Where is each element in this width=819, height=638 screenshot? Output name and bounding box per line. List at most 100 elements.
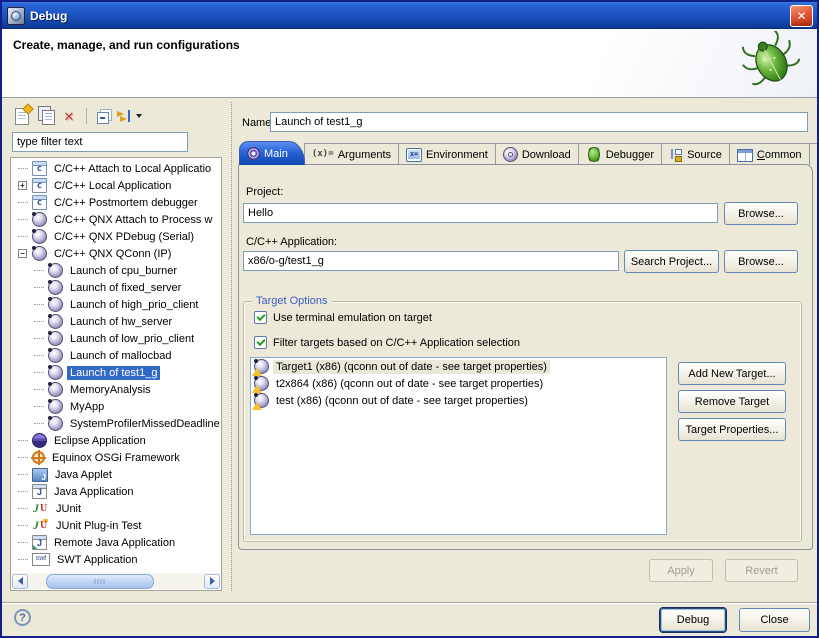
filter-input[interactable] xyxy=(12,132,188,152)
tab-source[interactable]: Source xyxy=(661,143,730,165)
target-row[interactable]: t2x864 (x86) (qconn out of date - see ta… xyxy=(251,375,666,392)
tree-item-label: Remote Java Application xyxy=(51,536,178,550)
new-config-icon xyxy=(15,108,29,125)
search-project-button[interactable]: Search Project... xyxy=(624,250,719,273)
target-row[interactable]: test (x86) (qconn out of date - see targ… xyxy=(251,392,666,409)
tree-connector xyxy=(32,321,45,322)
tree-item[interactable]: Launch of high_prio_client xyxy=(12,296,220,313)
scroll-right-button[interactable] xyxy=(204,574,220,589)
application-input[interactable] xyxy=(243,251,619,271)
tree-item[interactable]: Launch of low_prio_client xyxy=(12,330,220,347)
tree-item[interactable]: MyApp xyxy=(12,398,220,415)
collapse-all-button[interactable] xyxy=(92,105,114,127)
tree-item[interactable]: Java Applet xyxy=(12,466,220,483)
c-application-icon xyxy=(32,195,47,210)
filter-targets-checkbox-row[interactable]: Filter targets based on C/C++ Applicatio… xyxy=(254,336,520,349)
tree-expander[interactable]: − xyxy=(16,249,29,258)
tree-item-label: Launch of high_prio_client xyxy=(67,298,201,312)
close-dialog-button[interactable]: Close xyxy=(739,608,810,632)
tab-label: Source xyxy=(687,149,722,161)
project-browse-button[interactable]: Browse... xyxy=(724,202,798,225)
scrollbar-track[interactable] xyxy=(29,574,203,589)
tree-item[interactable]: Remote Java Application xyxy=(12,534,220,551)
tab-download[interactable]: Download xyxy=(495,143,579,165)
delete-configuration-button[interactable] xyxy=(59,105,81,127)
duplicate-configuration-button[interactable] xyxy=(35,105,57,127)
tree-item-label: Launch of low_prio_client xyxy=(67,332,197,346)
tree-item[interactable]: Launch of fixed_server xyxy=(12,279,220,296)
help-button[interactable]: ? xyxy=(14,609,31,626)
title-bar: Debug ✕ xyxy=(2,2,817,29)
debug-button[interactable]: Debug xyxy=(660,608,726,632)
debug-bug-image xyxy=(739,31,803,96)
revert-button[interactable]: Revert xyxy=(725,559,798,582)
scrollbar-thumb[interactable] xyxy=(46,574,154,589)
eclipse-icon xyxy=(32,433,47,448)
add-new-target-button[interactable]: Add New Target... xyxy=(678,362,786,385)
target-row[interactable]: Target1 (x86) (qconn out of date - see t… xyxy=(251,358,666,375)
terminal-emulation-checkbox-row[interactable]: Use terminal emulation on target xyxy=(254,311,432,324)
tree-item[interactable]: Launch of cpu_burner xyxy=(12,262,220,279)
collapse-icon[interactable]: − xyxy=(18,249,27,258)
tree-connector xyxy=(16,202,29,203)
tree-item-label: Launch of cpu_burner xyxy=(67,264,180,278)
tree-item[interactable]: JUnit Plug-in Test xyxy=(12,517,220,534)
tree-item-label: C/C++ QNX PDebug (Serial) xyxy=(51,230,197,244)
tree-item[interactable]: SWT Application xyxy=(12,551,220,568)
project-input[interactable] xyxy=(243,203,718,223)
filter-targets-checkbox[interactable] xyxy=(254,336,267,349)
dropdown-chevron-icon[interactable] xyxy=(136,114,142,118)
tree-item-label: Java Applet xyxy=(52,468,115,482)
name-input[interactable] xyxy=(270,112,808,132)
tab-debugger[interactable]: Debugger xyxy=(578,143,662,165)
new-configuration-button[interactable] xyxy=(11,105,33,127)
qnx-warning-icon xyxy=(254,359,269,374)
expand-icon[interactable]: + xyxy=(18,181,27,190)
tree-item[interactable]: Launch of test1_g xyxy=(12,364,220,381)
tree-item[interactable]: C/C++ Postmortem debugger xyxy=(12,194,220,211)
tree-item[interactable]: C/C++ Attach to Local Applicatio xyxy=(12,160,220,177)
horizontal-scrollbar[interactable] xyxy=(12,573,220,589)
tree-item[interactable]: Launch of mallocbad xyxy=(12,347,220,364)
configurations-tree-panel: C/C++ Attach to Local Applicatio+C/C++ L… xyxy=(10,157,222,591)
bottom-separator xyxy=(2,602,817,604)
tab-common[interactable]: Common xyxy=(729,143,810,165)
tree-item[interactable]: Launch of hw_server xyxy=(12,313,220,330)
tab-main[interactable]: Main xyxy=(239,141,305,165)
scroll-left-arrow-icon xyxy=(18,577,23,585)
terminal-emulation-checkbox[interactable] xyxy=(254,311,267,324)
target-properties-button[interactable]: Target Properties... xyxy=(678,418,786,441)
tree-item[interactable]: Equinox OSGi Framework xyxy=(12,449,220,466)
java-applet-icon xyxy=(32,468,48,482)
junit-icon xyxy=(32,502,49,515)
tree-item[interactable]: −C/C++ QNX QConn (IP) xyxy=(12,245,220,262)
collapse-all-icon xyxy=(97,112,109,124)
help-icon: ? xyxy=(19,612,26,624)
filter-button[interactable] xyxy=(116,105,142,127)
tree-item[interactable]: C/C++ QNX Attach to Process w xyxy=(12,211,220,228)
tree-item[interactable]: MemoryAnalysis xyxy=(12,381,220,398)
tree-expander[interactable]: + xyxy=(16,181,29,190)
tree-item[interactable]: C/C++ QNX PDebug (Serial) xyxy=(12,228,220,245)
qnx-icon xyxy=(48,297,63,312)
tree-item[interactable]: JUnit xyxy=(12,500,220,517)
tab-environment[interactable]: Environment xyxy=(398,143,496,165)
scroll-left-button[interactable] xyxy=(12,574,28,589)
target-label: t2x864 (x86) (qconn out of date - see ta… xyxy=(273,377,546,391)
tree-item[interactable]: SystemProfilerMissedDeadline xyxy=(12,415,220,432)
tree-item[interactable]: Eclipse Application xyxy=(12,432,220,449)
tree-item[interactable]: +C/C++ Local Application xyxy=(12,177,220,194)
apply-button[interactable]: Apply xyxy=(649,559,713,582)
qnx-warning-icon xyxy=(254,376,269,391)
c-application-icon xyxy=(32,178,47,193)
tab-arguments[interactable]: Arguments xyxy=(304,143,399,165)
common-icon xyxy=(737,149,753,162)
panel-sash[interactable] xyxy=(231,102,232,591)
application-browse-button[interactable]: Browse... xyxy=(724,250,798,273)
tree-connector xyxy=(16,440,29,441)
target-list[interactable]: Target1 (x86) (qconn out of date - see t… xyxy=(250,357,667,535)
tree-item[interactable]: Java Application xyxy=(12,483,220,500)
tab-tools[interactable]: Tools xyxy=(809,143,819,165)
remove-target-button[interactable]: Remove Target xyxy=(678,390,786,413)
close-button[interactable]: ✕ xyxy=(790,5,813,27)
